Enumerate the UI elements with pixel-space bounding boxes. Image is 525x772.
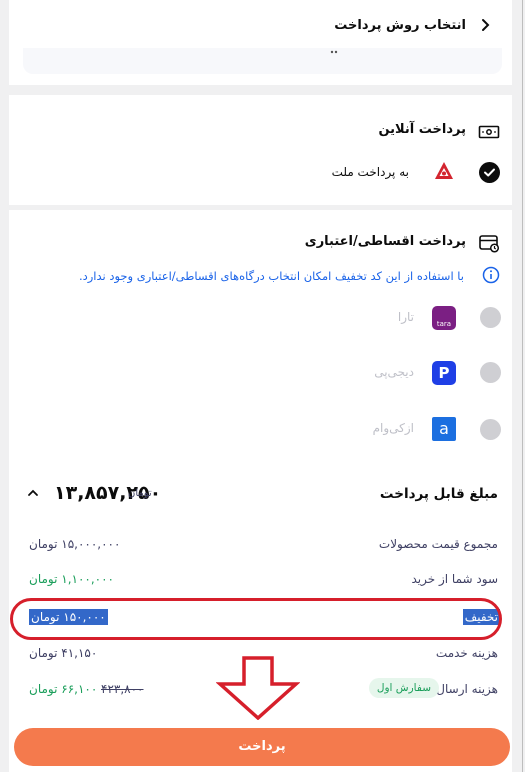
azki-radio[interactable] xyxy=(480,419,501,440)
summary-row-savings: سود شما از خرید ۱,۱۰۰,۰۰۰ تومان xyxy=(9,569,512,591)
azki-logo: a xyxy=(432,417,456,441)
digipay-logo: P xyxy=(432,361,456,385)
mellat-label[interactable]: به پرداخت ملت xyxy=(332,165,409,179)
dots-icon xyxy=(330,50,338,54)
credit-card-icon xyxy=(479,235,500,253)
payment-method-header: انتخاب روش پرداخت xyxy=(9,0,512,85)
digipay-radio[interactable] xyxy=(480,362,501,383)
check-icon xyxy=(484,168,495,177)
section-title: پرداخت آنلاین xyxy=(378,122,466,137)
annotation-highlight-box xyxy=(10,598,502,640)
annotation-down-arrow-icon xyxy=(216,656,300,720)
mellat-radio[interactable] xyxy=(479,162,500,183)
tara-logo-text: tara xyxy=(436,320,452,328)
row-label: مجموع قیمت محصولات xyxy=(378,537,498,551)
tara-logo: tara xyxy=(432,306,456,330)
digipay-label: دیجی‌پی xyxy=(374,365,414,379)
tara-label: تارا xyxy=(397,310,414,324)
cash-icon xyxy=(478,125,500,139)
checkout-page: انتخاب روش پرداخت پرداخت آنلاین به پرداخ… xyxy=(0,0,523,772)
total-unit: تومان xyxy=(128,488,152,499)
azki-label: ازکی‌وام xyxy=(372,421,414,435)
chevron-right-icon[interactable] xyxy=(478,17,494,33)
page-title: انتخاب روش پرداخت xyxy=(334,18,466,33)
old-shipping-value: ۴۲۳,۸۰۰ xyxy=(101,682,144,696)
mellat-logo xyxy=(435,162,453,179)
info-icon xyxy=(482,266,500,284)
row-value: ۶۶,۱۰۰ تومان xyxy=(29,682,98,696)
collapsed-content-strip xyxy=(23,48,502,74)
row-value: ۴۱,۱۵۰ تومان xyxy=(29,646,98,660)
row-value: ۱,۱۰۰,۰۰۰ تومان xyxy=(29,572,114,586)
summary-row-products-total: مجموع قیمت محصولات ۱۵,۰۰۰,۰۰۰ تومان xyxy=(9,534,512,556)
tara-radio[interactable] xyxy=(480,307,501,328)
first-order-badge: سفارش اول xyxy=(368,678,439,698)
installment-payment-section: پرداخت اقساطی/اعتباری با استفاده از این … xyxy=(9,210,512,468)
installment-unavailable-note: با استفاده از این کد تخفیف امکان انتخاب … xyxy=(78,269,464,283)
row-label: هزینه خدمت xyxy=(435,646,498,660)
digipay-logo-text: P xyxy=(438,364,450,382)
section-title: پرداخت اقساطی/اعتباری xyxy=(304,234,466,249)
online-payment-section: پرداخت آنلاین به پرداخت ملت xyxy=(9,95,512,205)
row-value: ۱۵,۰۰۰,۰۰۰ تومان xyxy=(29,537,121,551)
pay-button[interactable]: پرداخت xyxy=(14,728,510,766)
chevron-up-icon[interactable] xyxy=(27,487,39,499)
total-label: مبلغ قابل پرداخت xyxy=(379,486,498,502)
azki-logo-text: a xyxy=(439,419,449,438)
row-label: هزینه ارسال xyxy=(436,682,498,696)
row-label: سود شما از خرید xyxy=(411,572,499,586)
